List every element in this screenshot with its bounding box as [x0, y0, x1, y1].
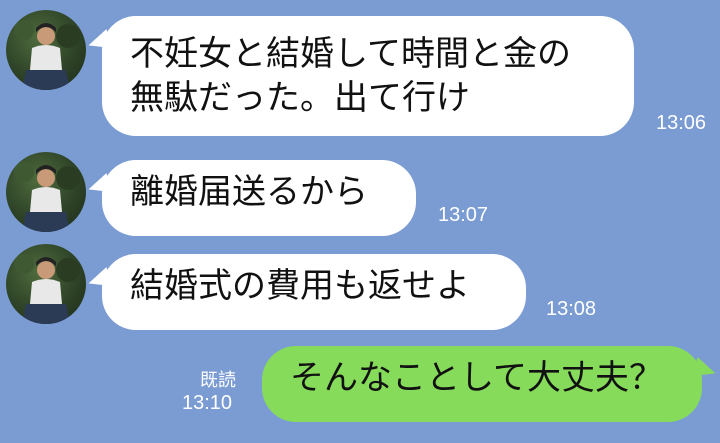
- contact-avatar[interactable]: [6, 244, 86, 324]
- person-icon: [14, 20, 80, 90]
- message-bubble-incoming[interactable]: 結婚式の費用も返せよ: [102, 254, 526, 330]
- contact-avatar[interactable]: [6, 10, 86, 90]
- person-icon: [14, 254, 80, 324]
- person-icon: [14, 162, 80, 232]
- message-bubble-incoming[interactable]: 離婚届送るから: [102, 160, 416, 236]
- message-timestamp: 13:06: [656, 112, 707, 134]
- message-text: そんなことして大丈夫？: [290, 358, 663, 398]
- message-text: 不妊女と結婚して時間と金の: [130, 34, 571, 74]
- chat-view: 不妊女と結婚して時間と金の 無駄だった。出て行け 13:06 離婚届送るから 1…: [0, 0, 720, 443]
- message-timestamp: 13:10: [182, 392, 233, 414]
- message-bubble-incoming[interactable]: 不妊女と結婚して時間と金の 無駄だった。出て行け: [102, 16, 634, 136]
- read-receipt: 既読: [200, 370, 236, 391]
- message-text: 離婚届送るから: [130, 172, 368, 212]
- message-text: 結婚式の費用も返せよ: [130, 266, 470, 306]
- message-text: 無駄だった。出て行け: [130, 78, 470, 118]
- message-timestamp: 13:07: [438, 204, 489, 226]
- message-bubble-outgoing[interactable]: そんなことして大丈夫？: [262, 346, 702, 422]
- message-timestamp: 13:08: [546, 298, 597, 320]
- contact-avatar[interactable]: [6, 152, 86, 232]
